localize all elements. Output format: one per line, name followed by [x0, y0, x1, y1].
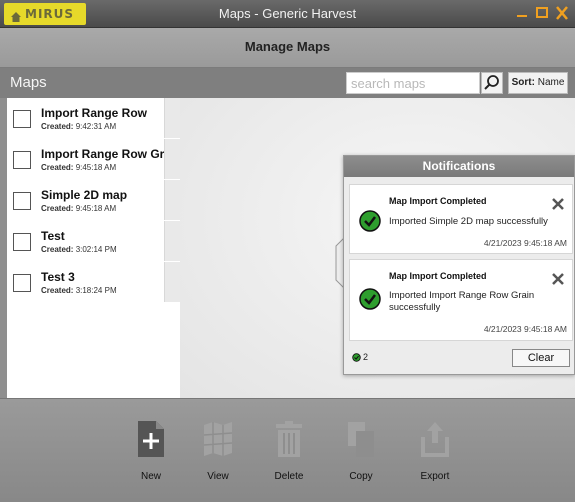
- copy-button[interactable]: Copy: [336, 421, 386, 491]
- page-header: Manage Maps: [0, 28, 575, 68]
- map-created: Created: 3:18:24 PM: [41, 286, 117, 295]
- close-button[interactable]: [554, 6, 570, 20]
- notification-title: Map Import Completed: [389, 271, 487, 281]
- notification-card: Map Import Completed Imported Simple 2D …: [349, 184, 573, 254]
- new-label: New: [140, 471, 161, 482]
- sort-button[interactable]: Sort: Name: [508, 72, 568, 94]
- map-item-tab[interactable]: [164, 98, 180, 138]
- map-name: Test: [41, 229, 65, 243]
- map-created: Created: 3:02:14 PM: [41, 245, 117, 254]
- notifications-title: Notifications: [344, 156, 574, 177]
- list-item[interactable]: Test Created: 3:02:14 PM: [7, 221, 180, 261]
- notification-message: Imported Simple 2D map successfully: [389, 216, 548, 227]
- map-item-tab[interactable]: [164, 262, 180, 302]
- list-item[interactable]: Import Range Row Gra... Created: 9:45:18…: [7, 139, 182, 179]
- page-title: Manage Maps: [244, 39, 331, 54]
- notifications-panel: Notifications Map Import Completed Impor…: [343, 155, 575, 375]
- map-name: Import Range Row: [41, 106, 148, 120]
- success-check-icon: [359, 210, 381, 232]
- map-checkbox[interactable]: [13, 151, 31, 169]
- bottom-toolbar: New View Delete Copy Export: [0, 398, 575, 502]
- notification-title: Map Import Completed: [389, 196, 487, 206]
- map-item-tab[interactable]: [164, 180, 180, 220]
- delete-label: Delete: [274, 471, 304, 482]
- map-checkbox[interactable]: [13, 110, 31, 128]
- success-check-icon: [359, 288, 381, 310]
- map-name: Test 3: [41, 270, 75, 284]
- notification-count: 2: [352, 352, 368, 362]
- new-button[interactable]: New: [126, 421, 176, 491]
- map-view-icon: [203, 421, 233, 457]
- window-title: Maps - Generic Harvest: [218, 6, 357, 21]
- dismiss-notification-button[interactable]: [552, 272, 564, 285]
- search-input[interactable]: search maps: [346, 72, 480, 94]
- notification-date: 4/21/2023 9:45:18 AM: [483, 238, 567, 248]
- map-created: Created: 9:45:18 AM: [41, 204, 117, 213]
- maps-list: Import Range Row Created: 9:42:31 AM Imp…: [7, 98, 182, 398]
- map-created: Created: 9:45:18 AM: [41, 163, 117, 172]
- map-created: Created: 9:42:31 AM: [41, 122, 117, 131]
- map-checkbox[interactable]: [13, 233, 31, 251]
- export-icon: [420, 421, 450, 457]
- view-button[interactable]: View: [193, 421, 243, 491]
- export-label: Export: [420, 471, 450, 482]
- sort-value: Name: [537, 77, 565, 88]
- view-label: View: [207, 471, 229, 482]
- delete-button[interactable]: Delete: [264, 421, 314, 491]
- search-button[interactable]: [481, 72, 503, 94]
- maximize-button[interactable]: [534, 6, 550, 20]
- copy-label: Copy: [349, 471, 373, 482]
- maps-toolbar: Maps search maps Sort: Name: [0, 68, 575, 98]
- map-item-tab[interactable]: [164, 221, 180, 261]
- export-button[interactable]: Export: [410, 421, 460, 491]
- minimize-button[interactable]: [514, 6, 530, 20]
- copy-icon: [346, 421, 376, 457]
- map-checkbox[interactable]: [13, 192, 31, 210]
- map-name: Import Range Row Gra...: [41, 147, 182, 161]
- map-name: Simple 2D map: [41, 188, 128, 202]
- notification-card: Map Import Completed Imported Import Ran…: [349, 259, 573, 341]
- dismiss-notification-button[interactable]: [552, 197, 564, 210]
- list-item[interactable]: Simple 2D map Created: 9:45:18 AM: [7, 180, 180, 220]
- clear-button[interactable]: Clear: [512, 349, 570, 367]
- notification-message: Imported Import Range Row Grain successf…: [389, 290, 535, 313]
- success-count-icon: [352, 352, 361, 362]
- map-item-tab[interactable]: [164, 139, 180, 179]
- map-checkbox[interactable]: [13, 274, 31, 292]
- list-item[interactable]: Import Range Row Created: 9:42:31 AM: [7, 98, 180, 138]
- close-icon: [552, 273, 564, 285]
- notification-count-value: 2: [363, 352, 369, 362]
- list-item[interactable]: Test 3 Created: 3:18:24 PM: [7, 262, 180, 302]
- maps-section-label: Maps: [10, 74, 47, 91]
- close-icon: [552, 198, 564, 210]
- notification-date: 4/21/2023 9:45:18 AM: [483, 324, 567, 334]
- sort-prefix: Sort:: [511, 77, 535, 88]
- search-icon: [484, 75, 499, 90]
- trash-icon: [274, 421, 304, 457]
- new-file-icon: [136, 421, 166, 457]
- window-titlebar: MIRUS Maps - Generic Harvest: [0, 0, 575, 28]
